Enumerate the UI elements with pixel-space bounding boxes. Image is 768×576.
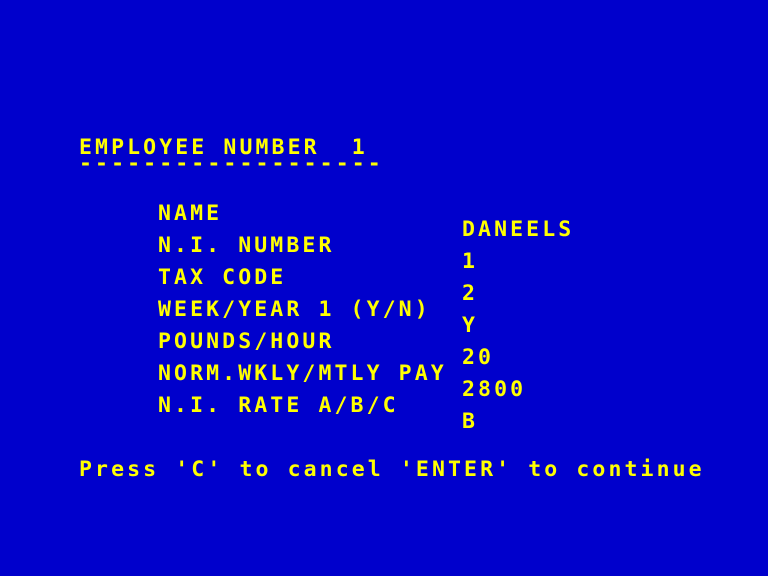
title-underline-text: ------------------- <box>79 151 384 176</box>
field-row-tax-code[interactable]: TAX CODE 2 <box>79 254 475 305</box>
field-label-week-year: WEEK/YEAR 1 (Y/N) <box>158 297 431 322</box>
crt-screen: EMPLOYEE NUMBER 1 ------------------- NA… <box>0 0 768 576</box>
field-row-ni-rate[interactable]: N.I. RATE A/B/C B <box>79 382 475 433</box>
field-label-ni-rate: N.I. RATE A/B/C <box>158 393 399 418</box>
field-value-ni-number[interactable]: 1 <box>462 251 478 273</box>
keyboard-prompt-text: Press 'C' to cancel 'ENTER' to continue <box>79 457 705 482</box>
field-label-tax-code: TAX CODE <box>158 265 287 290</box>
field-label-ni-number: N.I. NUMBER <box>158 233 335 258</box>
field-row-normal-pay[interactable]: NORM.WKLY/MTLY PAY 2800 <box>79 350 523 401</box>
field-row-pounds-hour[interactable]: POUNDS/HOUR 20 <box>79 318 491 369</box>
page-title: EMPLOYEE NUMBER 1 <box>79 108 368 159</box>
field-value-ni-rate[interactable]: B <box>462 411 478 433</box>
field-value-normal-pay[interactable]: 2800 <box>462 379 526 401</box>
field-row-week-year[interactable]: WEEK/YEAR 1 (Y/N) Y <box>79 286 475 337</box>
field-value-week-year[interactable]: Y <box>462 315 478 337</box>
field-label-name: NAME <box>158 201 223 226</box>
field-value-tax-code[interactable]: 2 <box>462 283 478 305</box>
field-label-normal-pay: NORM.WKLY/MTLY PAY <box>158 361 447 386</box>
field-value-name[interactable]: DANEELS <box>462 219 574 241</box>
field-value-pounds-hour[interactable]: 20 <box>462 347 494 369</box>
field-row-ni-number[interactable]: N.I. NUMBER 1 <box>79 222 475 273</box>
title-underline-rule: ------------------- <box>79 124 384 175</box>
field-label-pounds-hour: POUNDS/HOUR <box>158 329 335 354</box>
field-row-name[interactable]: NAME DANEELS <box>79 190 571 241</box>
keyboard-prompt: Press 'C' to cancel 'ENTER' to continue <box>79 430 705 481</box>
